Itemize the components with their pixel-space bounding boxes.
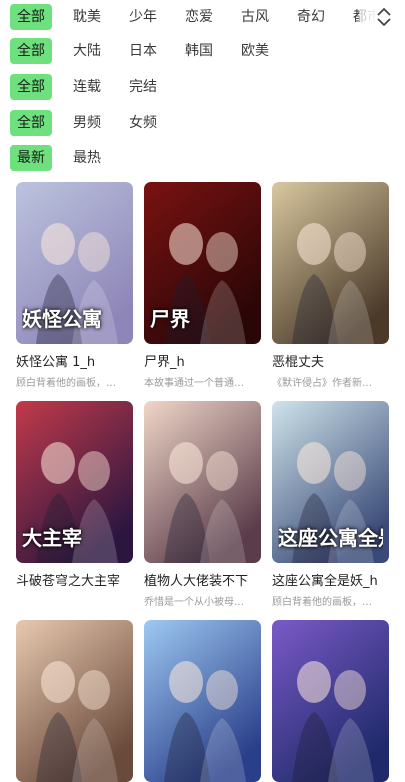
- comic-cover-image[interactable]: [16, 620, 133, 782]
- comic-description: 本故事通过一个普通…: [144, 378, 244, 389]
- comic-card[interactable]: 这座公寓全是妖这座公寓全是妖_h顾白背着他的画板，…: [272, 401, 389, 608]
- expand-collapse-icon[interactable]: [375, 6, 393, 28]
- comic-card[interactable]: 妖怪公寓 妖怪公寓 1_h 顾白背着他的画板，…: [16, 182, 133, 389]
- comic-title[interactable]: 植物人大佬装不下: [144, 570, 265, 589]
- filter-chip[interactable]: 日本: [122, 38, 164, 64]
- filter-chip[interactable]: 古风: [234, 4, 276, 30]
- comic-description: 乔惜是一个从小被母…: [144, 597, 244, 608]
- filter-chip[interactable]: 最热: [66, 145, 108, 171]
- comic-cover-image[interactable]: 妖怪公寓: [16, 182, 133, 344]
- cover-title-art: 大主宰: [22, 526, 82, 550]
- comic-cover-image[interactable]: [144, 620, 261, 782]
- comic-card[interactable]: [16, 620, 133, 782]
- filter-chip[interactable]: 奇幻: [290, 4, 332, 30]
- filter-chip-selected[interactable]: 全部: [10, 74, 52, 100]
- comic-cover-image[interactable]: 尸界: [144, 182, 261, 344]
- filter-chip[interactable]: 完结: [122, 74, 164, 100]
- filter-chip[interactable]: 恋爱: [178, 4, 220, 30]
- comic-title[interactable]: 妖怪公寓 1_h: [16, 351, 137, 370]
- cover-title-art: 尸界: [150, 307, 190, 331]
- comic-title[interactable]: 这座公寓全是妖_h: [272, 570, 393, 589]
- comic-card[interactable]: 植物人大佬装不下 乔惜是一个从小被母…: [144, 401, 261, 608]
- filter-chip[interactable]: 欧美: [234, 38, 276, 64]
- filter-chip[interactable]: 韩国: [178, 38, 220, 64]
- filter-chip[interactable]: 大陆: [66, 38, 108, 64]
- comic-cover-image[interactable]: 这座公寓全是妖: [272, 401, 389, 563]
- filter-chip[interactable]: 男频: [66, 110, 108, 136]
- cover-title-art: 妖怪公寓: [22, 307, 102, 331]
- comic-title[interactable]: 尸界_h: [144, 351, 265, 370]
- comic-card[interactable]: 尸界 尸界_h 本故事通过一个普通…: [144, 182, 261, 389]
- comic-card[interactable]: [272, 620, 389, 782]
- comic-card[interactable]: 大主宰 斗破苍穹之大主宰: [16, 401, 133, 589]
- comic-card[interactable]: 恶棍丈夫 《默许侵占》作者新…: [272, 182, 389, 389]
- filter-chip-selected[interactable]: 全部: [10, 4, 52, 30]
- comic-cover-image[interactable]: 大主宰: [16, 401, 133, 563]
- filter-chip-selected[interactable]: 全部: [10, 110, 52, 136]
- filter-row-audience: 全部 男频 女频: [10, 109, 405, 137]
- filter-chip[interactable]: 少年: [122, 4, 164, 30]
- filter-chip-selected[interactable]: 最新: [10, 145, 52, 171]
- comic-title[interactable]: 斗破苍穹之大主宰: [16, 570, 137, 589]
- cover-title-art: 这座公寓全是妖: [278, 526, 383, 550]
- comic-cover-image[interactable]: [272, 182, 389, 344]
- filter-row-genre: 全部耽美少年恋爱古风奇幻都市炸: [10, 3, 405, 31]
- comic-card[interactable]: [144, 620, 261, 782]
- comic-description: 《默许侵占》作者新…: [272, 378, 372, 389]
- filter-row-status: 全部 连载 完结: [10, 73, 405, 101]
- comic-cover-image[interactable]: [144, 401, 261, 563]
- filter-chip[interactable]: 连载: [66, 74, 108, 100]
- comic-cover-image[interactable]: [272, 620, 389, 782]
- filter-chip[interactable]: 耽美: [66, 4, 108, 30]
- filter-row-region: 全部 大陆 日本 韩国 欧美: [10, 37, 405, 65]
- filter-chip[interactable]: 女频: [122, 110, 164, 136]
- comic-description: 顾白背着他的画板，…: [16, 378, 116, 389]
- filter-row-sort: 最新 最热: [10, 144, 405, 172]
- comic-title[interactable]: 恶棍丈夫: [272, 351, 393, 370]
- filter-chip-selected[interactable]: 全部: [10, 38, 52, 64]
- filter-expand-toggle[interactable]: [359, 3, 405, 31]
- comic-description: 顾白背着他的画板，…: [272, 597, 372, 608]
